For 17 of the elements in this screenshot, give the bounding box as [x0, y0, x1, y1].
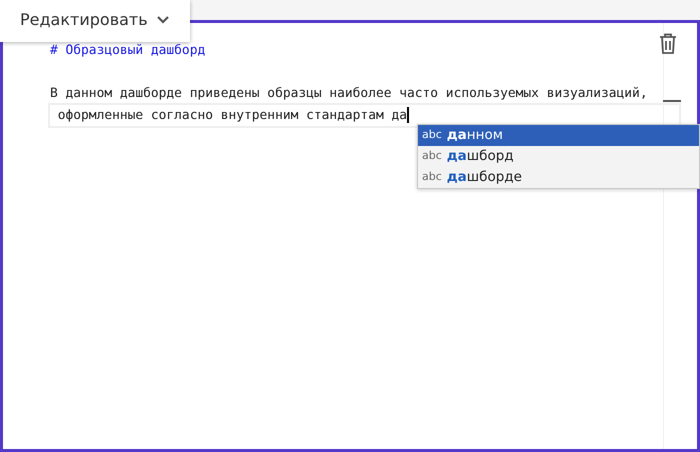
trash-icon[interactable]: [658, 33, 678, 55]
heading-line: # Образцовый дашборд: [50, 43, 206, 58]
suggestion-item[interactable]: abc дашборд: [418, 146, 699, 167]
word-type-label: abc: [422, 148, 442, 164]
suggestion-label: данном: [446, 126, 503, 146]
text-line: оформленные согласно внутренним стандартам да: [56, 108, 407, 122]
overview-ruler-mark: [663, 100, 681, 102]
text-cursor: [407, 106, 409, 123]
chevron-down-icon: [156, 15, 170, 25]
text-line: В данном дашборде приведены образцы наиболее часто используемых визуализаций,: [50, 86, 648, 101]
suggestion-item[interactable]: abc данном: [418, 125, 699, 146]
edit-dropdown-button[interactable]: Редактировать: [0, 0, 190, 42]
word-type-label: abc: [422, 127, 442, 144]
suggestion-label: дашборде: [446, 168, 522, 188]
suggestion-item[interactable]: abc дашборде: [418, 167, 699, 188]
suggestion-label: дашборд: [446, 147, 514, 166]
word-type-label: abc: [422, 169, 442, 186]
